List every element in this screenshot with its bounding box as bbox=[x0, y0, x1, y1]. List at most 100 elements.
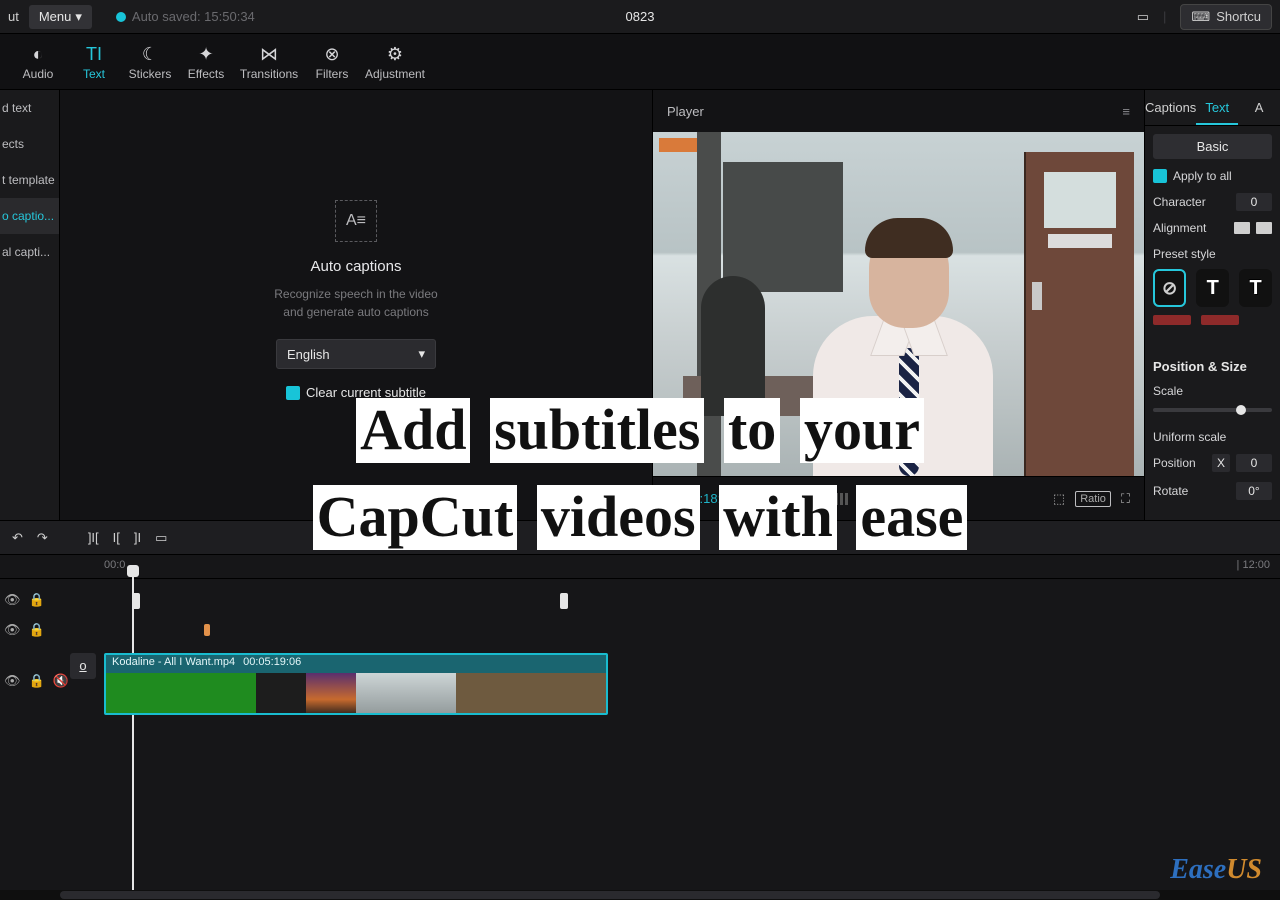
tab-filters-label: Filters bbox=[304, 67, 360, 81]
headline-word: to bbox=[724, 398, 780, 463]
tab-text[interactable]: TIText bbox=[66, 43, 122, 81]
rotate-value[interactable]: 0° bbox=[1236, 482, 1272, 500]
headline-word: CapCut bbox=[313, 485, 518, 550]
tab-transitions-label: Transitions bbox=[234, 67, 304, 81]
inspector-tab-animation[interactable]: A bbox=[1238, 90, 1280, 125]
eye-icon[interactable]: 👁 bbox=[4, 592, 21, 608]
text-icon: TI bbox=[66, 43, 122, 65]
pos-x-label: X bbox=[1212, 454, 1230, 472]
autosave-status: Auto saved: 15:50:34 bbox=[116, 9, 255, 24]
preset-style-3[interactable] bbox=[1153, 315, 1191, 325]
preset-style-2[interactable]: T bbox=[1239, 269, 1272, 307]
headline-word: with bbox=[719, 485, 837, 550]
autosave-text: Auto saved: 15:50:34 bbox=[132, 9, 255, 24]
video-track[interactable]: 👁 🔒 🔇 o Kodaline - All I Want.mp4 00:05:… bbox=[0, 653, 1280, 719]
sidebar-item-effects[interactable]: ects bbox=[0, 126, 59, 162]
headline-word: subtitles bbox=[490, 398, 704, 463]
sidebar-item-add-text[interactable]: d text bbox=[0, 90, 59, 126]
lock-icon[interactable]: 🔒 bbox=[29, 622, 45, 638]
alignment-label: Alignment bbox=[1153, 221, 1206, 235]
inspector-tab-text[interactable]: Text bbox=[1196, 90, 1238, 125]
watermark: EaseUS bbox=[1170, 854, 1262, 886]
tab-audio[interactable]: ◐ Audio bbox=[10, 43, 66, 81]
edit-clip-button[interactable]: o bbox=[70, 653, 96, 679]
preset-style-1[interactable]: T bbox=[1196, 269, 1229, 307]
tab-effects[interactable]: ✦Effects bbox=[178, 43, 234, 81]
clip-marker[interactable] bbox=[132, 593, 140, 609]
chevron-down-icon: ▾ bbox=[75, 9, 82, 25]
stickers-icon: ☾ bbox=[122, 43, 178, 65]
video-clip[interactable]: Kodaline - All I Want.mp4 00:05:19:06 bbox=[104, 653, 608, 715]
tab-stickers[interactable]: ☾ Stickers bbox=[122, 43, 178, 81]
shortcut-button[interactable]: ⌨ Shortcu bbox=[1180, 4, 1272, 30]
horizontal-scrollbar[interactable] bbox=[0, 890, 1280, 900]
eye-icon[interactable]: 👁 bbox=[4, 622, 21, 638]
watermark-ease: Ease bbox=[1170, 854, 1226, 885]
eye-icon[interactable]: 👁 bbox=[4, 673, 21, 689]
preset-none[interactable]: ⊘ bbox=[1153, 269, 1186, 307]
divider: | bbox=[1163, 9, 1166, 24]
player-menu-icon[interactable]: ≡ bbox=[1122, 104, 1130, 119]
panel-description: Recognize speech in the video and genera… bbox=[274, 285, 437, 321]
autosave-dot-icon bbox=[116, 12, 126, 22]
undo-button[interactable]: ↶ bbox=[12, 530, 23, 546]
filters-icon: ⊗ bbox=[304, 43, 360, 65]
clip-marker[interactable] bbox=[204, 624, 210, 636]
text-sidebar: d text ects t template o captio... al ca… bbox=[0, 90, 60, 520]
headline-word: videos bbox=[537, 485, 700, 550]
tool-tabs: ◐ Audio TIText ☾ Stickers ✦Effects ⋈ Transi… bbox=[0, 34, 1280, 90]
position-size-header: Position & Size bbox=[1153, 359, 1272, 374]
audio-icon: ◐ bbox=[10, 43, 66, 65]
panel-desc-line2: and generate auto captions bbox=[283, 305, 428, 319]
basic-subtab[interactable]: Basic bbox=[1153, 134, 1272, 159]
project-title: 0823 bbox=[626, 9, 655, 24]
clip-filename: Kodaline - All I Want.mp4 bbox=[112, 656, 235, 672]
layout-icon[interactable]: ▭ bbox=[1137, 9, 1149, 25]
lock-icon[interactable]: 🔒 bbox=[29, 592, 45, 608]
menu-label: Menu bbox=[39, 9, 72, 24]
text-track-2[interactable]: 👁🔒 bbox=[0, 615, 1280, 645]
language-value: English bbox=[287, 347, 330, 362]
text-track-1[interactable]: 👁🔒 bbox=[0, 585, 1280, 615]
apply-all-label: Apply to all bbox=[1173, 169, 1232, 183]
top-bar: ut Menu ▾ Auto saved: 15:50:34 0823 ▭ | … bbox=[0, 0, 1280, 34]
effects-icon: ✦ bbox=[178, 43, 234, 65]
tab-filters[interactable]: ⊗ Filters bbox=[304, 43, 360, 81]
panel-desc-line1: Recognize speech in the video bbox=[274, 287, 437, 301]
tab-adjustment[interactable]: ⚙ Adjustment bbox=[360, 43, 430, 81]
sidebar-item-local-captions[interactable]: al capti... bbox=[0, 234, 59, 270]
clip-thumbnails bbox=[106, 673, 606, 715]
chevron-down-icon: ▾ bbox=[418, 346, 425, 362]
tab-adjustment-label: Adjustment bbox=[360, 67, 430, 81]
tab-transitions[interactable]: ⋈ Transitions bbox=[234, 43, 304, 81]
tab-stickers-label: Stickers bbox=[122, 67, 178, 81]
preset-style-label: Preset style bbox=[1153, 247, 1272, 261]
app-label-truncated: ut bbox=[8, 9, 19, 24]
auto-captions-icon: A≡ bbox=[335, 200, 377, 242]
sidebar-item-auto-captions[interactable]: o captio... bbox=[0, 198, 59, 234]
preset-style-4[interactable] bbox=[1201, 315, 1239, 325]
tab-audio-label: Audio bbox=[10, 67, 66, 81]
character-value[interactable]: 0 bbox=[1236, 193, 1272, 211]
split-button[interactable]: ]I[ bbox=[88, 530, 99, 545]
shortcut-label: Shortcu bbox=[1216, 9, 1261, 24]
menu-button[interactable]: Menu ▾ bbox=[29, 5, 92, 29]
alignment-buttons[interactable] bbox=[1234, 222, 1272, 234]
adjustment-icon: ⚙ bbox=[360, 43, 430, 65]
language-select[interactable]: English ▾ bbox=[276, 339, 436, 369]
pos-x-value[interactable]: 0 bbox=[1236, 454, 1272, 472]
timeline: ↶ ↷ ]I[ I[ ]I ▭ 00:0 | 12:00 👁🔒 👁🔒 👁 bbox=[0, 520, 1280, 900]
inspector-tab-captions[interactable]: Captions bbox=[1145, 90, 1196, 125]
watermark-us: US bbox=[1226, 854, 1262, 885]
sidebar-item-text-template[interactable]: t template bbox=[0, 162, 59, 198]
clip-marker[interactable] bbox=[560, 593, 568, 609]
headline-word: Add bbox=[356, 398, 470, 463]
transitions-icon: ⋈ bbox=[234, 43, 304, 65]
redo-button[interactable]: ↷ bbox=[37, 530, 48, 546]
apply-all-checkbox[interactable] bbox=[1153, 169, 1167, 183]
character-label: Character bbox=[1153, 195, 1206, 209]
ruler-tick-end: | 12:00 bbox=[1237, 559, 1270, 571]
lock-icon[interactable]: 🔒 bbox=[29, 673, 45, 689]
headline-overlay: Add subtitles to your CapCut videos with… bbox=[100, 376, 1180, 572]
mute-icon[interactable]: 🔇 bbox=[53, 673, 69, 689]
